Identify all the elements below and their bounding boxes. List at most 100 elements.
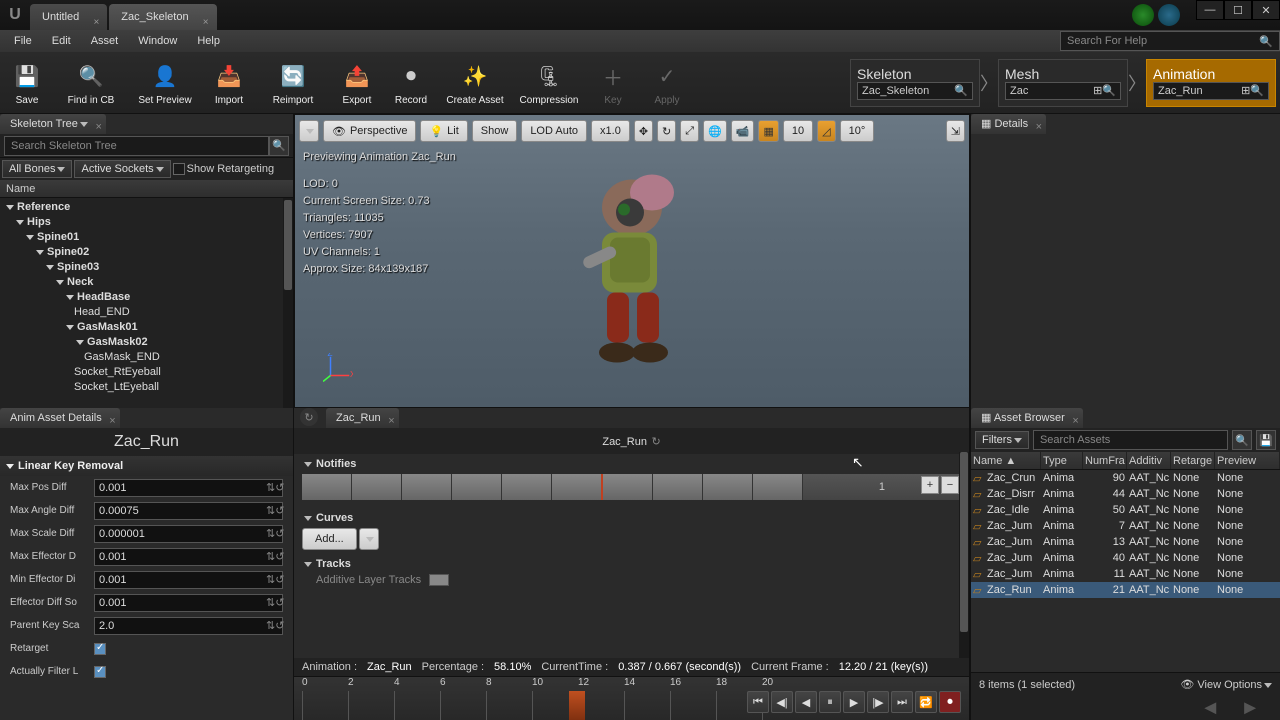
to-start-button[interactable]: ⏮: [747, 691, 769, 713]
property-input[interactable]: 0.001⇅↺: [94, 571, 283, 589]
menu-asset[interactable]: Asset: [81, 30, 129, 52]
marketplace-icon[interactable]: [1158, 4, 1180, 26]
remove-notify-button[interactable]: −: [941, 476, 959, 494]
curves-header[interactable]: Curves: [302, 512, 961, 524]
menu-edit[interactable]: Edit: [42, 30, 81, 52]
asset-search-input[interactable]: Search Assets: [1033, 430, 1228, 450]
close-icon[interactable]: ×: [109, 411, 115, 431]
spinner-icon[interactable]: ⇅↺: [266, 550, 278, 563]
tab-animation[interactable]: Zac_Run×: [326, 408, 399, 428]
asset-list[interactable]: ▱Zac_CrunAnima90AAT_NcNoneNone▱Zac_Disrr…: [971, 470, 1280, 672]
spinner-icon[interactable]: ⇅↺: [266, 527, 278, 540]
menu-help[interactable]: Help: [187, 30, 230, 52]
tab-details[interactable]: ▦ Details×: [971, 114, 1046, 134]
spinner-icon[interactable]: ⇅↺: [266, 596, 278, 609]
to-end-button[interactable]: ⏭: [891, 691, 913, 713]
lit-button[interactable]: 💡 Lit: [420, 120, 467, 142]
bone-item[interactable]: Socket_LtEyeball: [0, 380, 293, 395]
bone-item[interactable]: Hips: [0, 215, 293, 230]
tool-compression[interactable]: 🗜Compression: [512, 54, 586, 112]
bone-item[interactable]: GasMask02: [0, 335, 293, 350]
rotate-tool-icon[interactable]: ↻: [657, 120, 676, 142]
spinner-icon[interactable]: ⇅↺: [266, 573, 278, 586]
tool-find-in-cb[interactable]: 🔍Find in CB: [54, 54, 128, 112]
asset-row[interactable]: ▱Zac_JumAnima7AAT_NcNoneNone: [971, 518, 1280, 534]
close-icon[interactable]: ×: [388, 411, 394, 431]
minimize-button[interactable]: —: [1196, 0, 1224, 20]
skeleton-search-input[interactable]: Search Skeleton Tree: [4, 136, 269, 156]
viewport-expand-icon[interactable]: ⇲: [946, 120, 965, 142]
asset-row[interactable]: ▱Zac_IdleAnima50AAT_NcNoneNone: [971, 502, 1280, 518]
close-button[interactable]: ✕: [1252, 0, 1280, 20]
search-icon[interactable]: 🔍: [954, 84, 968, 97]
persona-skeleton[interactable]: Skeleton Zac_Skeleton🔍: [850, 59, 980, 107]
bone-item[interactable]: GasMask_END: [0, 350, 293, 365]
tool-import[interactable]: 📥Import: [202, 54, 256, 112]
playback-speed[interactable]: x1.0: [591, 120, 630, 142]
help-search-input[interactable]: Search For Help🔍: [1060, 31, 1280, 51]
property-checkbox[interactable]: [94, 666, 106, 678]
persona-mesh[interactable]: Mesh Zac⊞🔍: [998, 59, 1128, 107]
step-back-button[interactable]: ◀|: [771, 691, 793, 713]
tool-key[interactable]: ＋Key: [586, 54, 640, 112]
close-icon[interactable]: ×: [95, 117, 101, 137]
bone-item[interactable]: Head_END: [0, 305, 293, 320]
step-forward-button[interactable]: |▶: [867, 691, 889, 713]
refresh-icon[interactable]: ↻: [300, 408, 318, 426]
search-icon[interactable]: 🔍: [1232, 430, 1252, 450]
angle-snap-icon[interactable]: ◿: [817, 120, 835, 142]
maximize-button[interactable]: ☐: [1224, 0, 1252, 20]
nav-back-icon[interactable]: ◄: [1200, 697, 1220, 720]
search-grid-icon[interactable]: ⊞🔍: [1241, 84, 1264, 97]
active-sockets-dropdown[interactable]: Active Sockets: [74, 160, 170, 178]
grid-snap-value[interactable]: 10: [783, 120, 813, 142]
grid-snap-icon[interactable]: ▦: [758, 120, 778, 142]
bone-item[interactable]: Neck: [0, 275, 293, 290]
add-curve-button[interactable]: Add...: [302, 528, 357, 550]
bone-item[interactable]: HeadBase: [0, 290, 293, 305]
bone-item[interactable]: Spine01: [0, 230, 293, 245]
globe-icon[interactable]: 🌐: [703, 120, 727, 142]
save-icon[interactable]: 💾: [1256, 430, 1276, 450]
spinner-icon[interactable]: ⇅↺: [266, 481, 278, 494]
pause-button[interactable]: ⏸: [819, 691, 841, 713]
view-options-dropdown[interactable]: 👁 View Options: [1180, 678, 1272, 691]
tool-create-asset[interactable]: ✨Create Asset: [438, 54, 512, 112]
tracks-header[interactable]: Tracks: [302, 558, 961, 570]
close-icon[interactable]: ×: [1072, 411, 1078, 431]
notify-track[interactable]: 1 + −: [302, 474, 961, 500]
section-linear-key-removal[interactable]: Linear Key Removal: [0, 456, 293, 476]
add-notify-button[interactable]: +: [921, 476, 939, 494]
tool-save[interactable]: 💾Save: [0, 54, 54, 112]
search-icon[interactable]: 🔍: [269, 136, 289, 156]
property-input[interactable]: 0.00075⇅↺: [94, 502, 283, 520]
property-input[interactable]: 0.001⇅↺: [94, 479, 283, 497]
property-input[interactable]: 0.000001⇅↺: [94, 525, 283, 543]
timeline-ruler[interactable]: 02468101214161820 ⏮ ◀| ◀ ⏸ ▶ |▶ ⏭ 🔁 ⏺: [294, 676, 969, 720]
tool-apply[interactable]: ✓Apply: [640, 54, 694, 112]
property-input[interactable]: 0.001⇅↺: [94, 594, 283, 612]
close-icon[interactable]: ×: [1036, 117, 1042, 137]
notifies-header[interactable]: Notifies: [302, 458, 961, 470]
show-button[interactable]: Show: [472, 120, 518, 142]
tool-export[interactable]: 📤Export: [330, 54, 384, 112]
bone-item[interactable]: Socket_RtEyeball: [0, 365, 293, 380]
angle-snap-value[interactable]: 10°: [840, 120, 875, 142]
loop-button[interactable]: 🔁: [915, 691, 937, 713]
asset-row[interactable]: ▱Zac_DisrrAnima44AAT_NcNoneNone: [971, 486, 1280, 502]
all-bones-dropdown[interactable]: All Bones: [2, 160, 72, 178]
viewport[interactable]: 👁 Perspective 💡 Lit Show LOD Auto x1.0 ✥…: [294, 114, 970, 408]
bone-tree[interactable]: Reference Hips Spine01 Spine02 Spine03 N…: [0, 198, 293, 408]
persona-animation[interactable]: Animation Zac_Run⊞🔍: [1146, 59, 1276, 107]
menu-window[interactable]: Window: [128, 30, 187, 52]
asset-row[interactable]: ▱Zac_RunAnima21AAT_NcNoneNone: [971, 582, 1280, 598]
play-reverse-button[interactable]: ◀: [795, 691, 817, 713]
menu-file[interactable]: File: [4, 30, 42, 52]
filters-dropdown[interactable]: Filters: [975, 431, 1029, 449]
spinner-icon[interactable]: ⇅↺: [266, 619, 278, 632]
playhead[interactable]: [569, 691, 585, 720]
move-tool-icon[interactable]: ✥: [634, 120, 653, 142]
asset-row[interactable]: ▱Zac_JumAnima13AAT_NcNoneNone: [971, 534, 1280, 550]
bone-item[interactable]: GasMask01: [0, 320, 293, 335]
bone-item[interactable]: Spine02: [0, 245, 293, 260]
